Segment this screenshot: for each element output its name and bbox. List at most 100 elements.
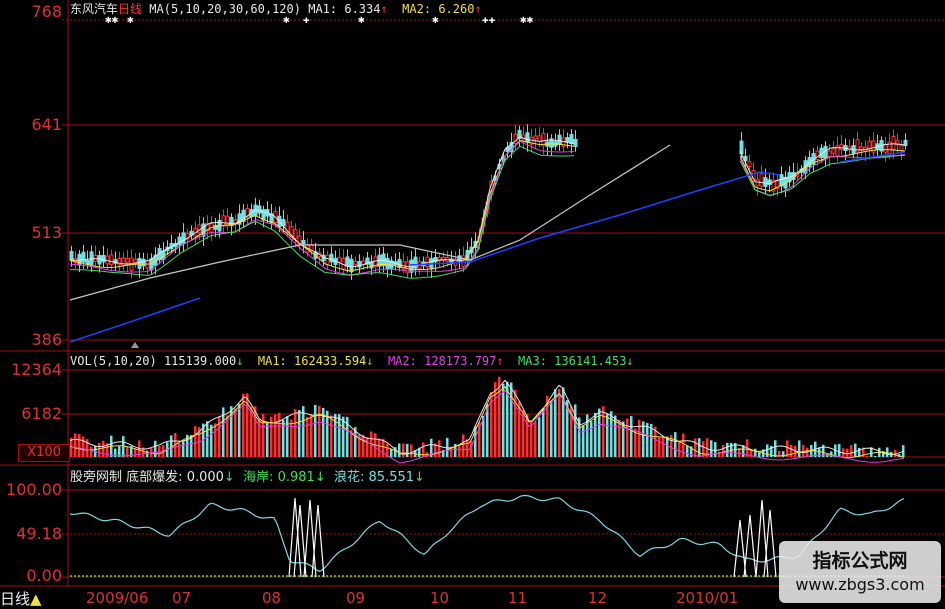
watermark-title: 指标公式网 <box>812 550 908 572</box>
volume-bar <box>602 406 605 457</box>
volume-bar <box>590 421 593 457</box>
volume-bar <box>766 444 769 457</box>
volume-bar <box>618 419 621 457</box>
volume-bar <box>214 423 217 457</box>
x-label-08: 08 <box>262 589 282 607</box>
ind-s1-label: 底部爆发: <box>126 470 183 485</box>
period-tab[interactable]: 日线▲ <box>0 588 42 609</box>
star-icon: ✱✱ <box>520 13 534 26</box>
vol-ma1-value: 162433.594 <box>294 354 367 368</box>
volume-bar <box>90 446 93 457</box>
volume-bar <box>594 412 597 457</box>
volume-bar <box>886 447 889 457</box>
candle-body <box>525 132 530 143</box>
volume-bar <box>558 388 561 457</box>
volume-bar <box>78 434 81 457</box>
volume-bar <box>98 442 101 457</box>
arrow-up-icon: ↑ <box>474 2 482 16</box>
candle-body <box>349 258 354 273</box>
volume-bar <box>686 445 689 457</box>
volume-bar <box>146 450 149 457</box>
volume-bar <box>462 434 465 457</box>
volume-bar <box>158 446 161 457</box>
volume-bar <box>298 410 301 457</box>
stock-chart-canvas[interactable] <box>0 0 945 609</box>
candle-body <box>883 143 888 153</box>
volume-bar <box>662 435 665 457</box>
volume-bar <box>398 443 401 457</box>
volume-bar <box>534 421 537 457</box>
candle-body <box>85 259 90 265</box>
candle-body <box>533 135 538 140</box>
volume-bar <box>282 420 285 457</box>
volume-bar <box>266 422 269 457</box>
candle-body <box>293 229 298 239</box>
candle-body <box>137 257 142 269</box>
candle-body <box>899 145 904 152</box>
candle-body <box>181 232 186 244</box>
volume-bars <box>70 376 905 457</box>
indicator-spike <box>733 519 747 578</box>
arrow-down-icon: ↓ <box>626 354 634 368</box>
volume-bar <box>550 401 553 457</box>
candle-body <box>831 148 836 154</box>
volume-bar <box>498 376 501 457</box>
candle-body <box>337 256 342 263</box>
vol-ma2-value: 128173.797 <box>424 354 497 368</box>
vol-y-label-top: 12364 <box>11 360 62 379</box>
volume-bar <box>542 408 545 457</box>
volume-bar <box>338 414 341 457</box>
period-tab-label: 日线 <box>0 590 31 608</box>
volume-bar <box>318 405 321 457</box>
candle-body <box>141 258 146 267</box>
volume-bar <box>194 426 197 457</box>
candle-body <box>763 177 768 187</box>
ind-s3-value: 85.551 <box>368 470 415 485</box>
volume-bar <box>378 438 381 457</box>
volume-bar <box>538 417 541 457</box>
volume-bar <box>330 415 333 457</box>
volume-bar <box>234 408 237 457</box>
candle-body <box>557 134 562 145</box>
arrow-down-icon: ↓ <box>223 470 235 485</box>
volume-bar <box>438 440 441 457</box>
vol-value: 115139.000 <box>163 354 237 368</box>
volume-bar <box>726 442 729 457</box>
arrow-down-icon: ↓ <box>236 354 244 368</box>
vol-multiplier[interactable]: X100 <box>18 444 70 462</box>
volume-bar <box>310 414 313 457</box>
candle-body <box>149 258 154 271</box>
ma2-label: MA2: <box>402 2 432 16</box>
volume-bar <box>206 421 209 457</box>
volume-bar <box>510 382 513 457</box>
volume-bar <box>514 389 517 457</box>
candle-body <box>827 150 832 158</box>
ind-s3-label: 浪花: <box>334 470 365 485</box>
volume-bar <box>866 455 869 457</box>
candle-body <box>69 250 74 261</box>
volume-bar <box>470 440 473 457</box>
volume-bar <box>502 383 505 457</box>
volume-bar <box>646 422 649 457</box>
vol-header: VOL(5,10,20) 115139.000↓, MA1: 162433.59… <box>70 354 634 368</box>
volume-bar <box>286 416 289 457</box>
arrow-down-icon: ↓ <box>366 354 374 368</box>
volume-bar <box>238 403 241 457</box>
x-label-07: 07 <box>172 589 192 607</box>
volume-bar <box>362 434 365 457</box>
volume-bar <box>702 441 705 457</box>
star-icon: ✱ <box>432 13 439 26</box>
volume-bar <box>410 444 413 457</box>
volume-bar <box>674 432 677 457</box>
price-y-label-513: 513 <box>31 223 62 242</box>
volume-bar <box>274 414 277 457</box>
x-label-2010-01: 2010/01 <box>676 589 739 607</box>
volume-bar <box>178 442 181 457</box>
candle-body <box>125 257 130 264</box>
volume-bar <box>458 444 461 457</box>
volume-bar <box>606 414 609 457</box>
arrow-down-icon: ↓ <box>414 470 425 485</box>
volume-bar <box>294 409 297 457</box>
ma-params: MA(5,10,20,30,60,120) <box>149 2 301 16</box>
volume-bar <box>638 419 641 457</box>
